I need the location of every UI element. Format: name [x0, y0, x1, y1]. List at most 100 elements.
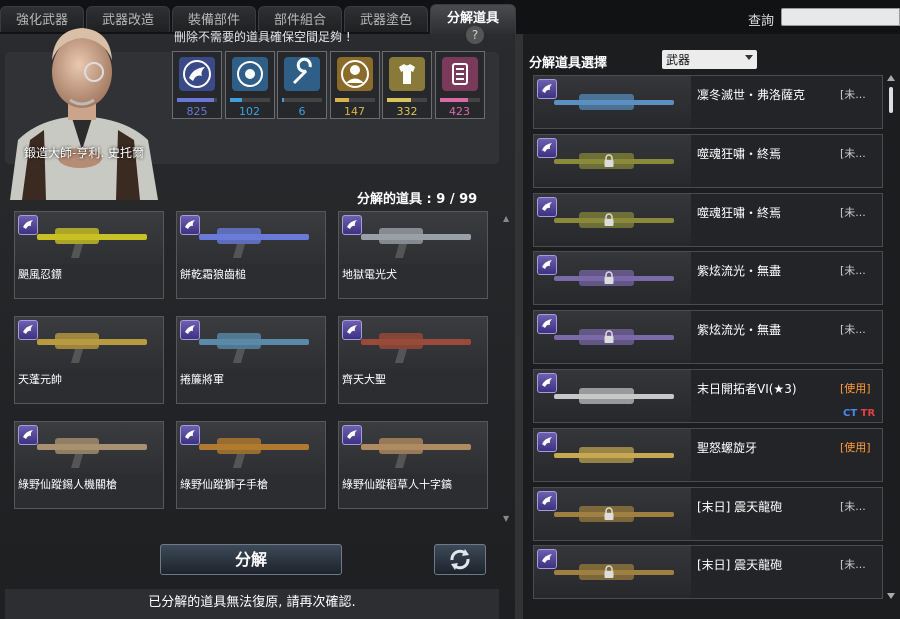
- weapon-name: 餅乾霜狼齒槌: [180, 268, 246, 281]
- item-status: [未...: [840, 88, 866, 101]
- item-list-row[interactable]: 紫炫流光・無盡 [未...: [533, 251, 883, 306]
- category-filter-outfit[interactable]: 332: [382, 51, 432, 119]
- item-list-row[interactable]: 紫炫流光・無盡 [未...: [533, 310, 883, 365]
- item-list-row[interactable]: 末日開拓者VI(★3) [使用] CT TR: [533, 369, 883, 423]
- weapon-type-icon: [180, 425, 200, 445]
- weapon-type-icon: [537, 373, 557, 393]
- weapon-type-icon: [537, 79, 557, 99]
- category-dropdown[interactable]: 武器: [662, 50, 757, 69]
- lock-icon: [604, 212, 614, 226]
- weapon-type-icon: [342, 425, 362, 445]
- weapon-type-icon: [18, 425, 38, 445]
- weapon-thumbnail: [534, 370, 691, 422]
- item-name: 噬魂狂嘯・終焉: [697, 205, 782, 220]
- weapon-type-icon: [537, 137, 557, 158]
- weapon-name: 綠野仙蹤稻草人十字鎬: [342, 478, 452, 491]
- category-filter-weapon[interactable]: 825: [172, 51, 222, 119]
- category-count: 6: [298, 105, 306, 118]
- weapon-type-icon: [18, 215, 38, 235]
- category-filter-part[interactable]: 102: [224, 51, 275, 119]
- weapon-icon: [179, 57, 215, 91]
- category-count: 147: [344, 105, 365, 118]
- decompose-slot[interactable]: 綠野仙蹤獅子手槍: [176, 421, 326, 509]
- list-scrollbar[interactable]: [886, 75, 896, 600]
- help-button[interactable]: ?: [466, 26, 484, 44]
- list-icon: [441, 57, 478, 91]
- weapon-name: 綠野仙蹤獅子手槍: [180, 478, 268, 491]
- weapon-type-icon: [537, 549, 557, 570]
- category-count: 102: [239, 105, 260, 118]
- decompose-count: 分解的道具 : 9 / 99: [357, 192, 478, 207]
- category-progress-bar: [282, 98, 322, 102]
- item-status: [未...: [840, 558, 866, 572]
- weapon-thumbnail: [534, 76, 691, 128]
- item-list-row[interactable]: [末日] 震天龍砲 [未...: [533, 545, 883, 600]
- lock-icon: [604, 506, 614, 520]
- outfit-icon: [389, 57, 425, 91]
- team-badge: CT TR: [843, 408, 875, 419]
- decompose-slot[interactable]: 齊天大聖: [338, 316, 488, 404]
- item-name: 噬魂狂嘯・終焉: [697, 146, 782, 161]
- master-portrait: [10, 28, 158, 200]
- category-count: 825: [186, 105, 208, 118]
- item-name: [末日] 震天龍砲: [697, 558, 783, 573]
- weapon-type-icon: [342, 215, 362, 235]
- lock-icon: [604, 565, 614, 579]
- weapon-type-icon: [342, 320, 362, 340]
- category-progress-bar: [439, 98, 480, 102]
- item-status: [未...: [840, 499, 866, 513]
- item-status: [使用]: [840, 382, 871, 395]
- item-name: 末日開拓者VI(★3): [697, 382, 797, 396]
- decompose-slot[interactable]: 颶風忍鏢: [14, 211, 164, 299]
- chevron-down-icon: [745, 55, 753, 60]
- item-name: 聖怒螺旋牙: [697, 440, 758, 455]
- category-filter-wrench[interactable]: 6: [277, 51, 327, 119]
- wrench-icon: [284, 57, 320, 91]
- weapon-type-icon: [180, 215, 200, 235]
- category-filter-character[interactable]: 147: [329, 51, 380, 119]
- weapon-name: 捲簾將軍: [180, 373, 224, 386]
- weapon-type-icon: [537, 431, 557, 452]
- decompose-slot[interactable]: 捲簾將軍: [176, 316, 326, 404]
- item-list-row[interactable]: 凜冬滅世・弗洛薩克 [未...: [533, 75, 883, 129]
- item-status: [使用]: [840, 440, 871, 454]
- item-status: [未...: [840, 323, 866, 337]
- weapon-type-icon: [180, 320, 200, 340]
- weapon-name: 天蓬元帥: [18, 373, 62, 386]
- category-progress-bar: [387, 98, 427, 102]
- category-filter-list[interactable]: 423: [434, 51, 485, 119]
- lock-icon: [604, 154, 614, 167]
- weapon-name: 綠野仙蹤錫人機關槍: [18, 478, 117, 491]
- item-status: [未...: [840, 264, 866, 278]
- lock-icon: [604, 330, 614, 344]
- grid-scroll-up-icon[interactable]: ▲: [503, 214, 509, 223]
- category-progress-bar: [229, 98, 270, 102]
- refresh-button[interactable]: [434, 544, 486, 575]
- item-list-row[interactable]: [末日] 震天龍砲 [未...: [533, 486, 883, 541]
- grid-scroll-down-icon[interactable]: ▼: [503, 514, 509, 523]
- decompose-slot[interactable]: 綠野仙蹤稻草人十字鎬: [338, 421, 488, 509]
- tab-weapon-paint[interactable]: 武器塗色: [344, 6, 428, 32]
- weapon-thumbnail: [534, 428, 691, 481]
- category-count: 423: [449, 105, 470, 118]
- item-status: [未...: [840, 146, 866, 160]
- lock-icon: [604, 271, 614, 285]
- item-name: 紫炫流光・無盡: [697, 264, 782, 279]
- decompose-slot[interactable]: 地獄電光犬: [338, 211, 488, 299]
- decompose-slot[interactable]: 綠野仙蹤錫人機關槍: [14, 421, 164, 509]
- master-name: 鍛造大師-亨利. 史托爾: [24, 146, 144, 160]
- weapon-name: 地獄電光犬: [342, 268, 397, 281]
- warning-message: 已分解的道具無法復原, 請再次確認.: [5, 589, 499, 619]
- decompose-slot[interactable]: 餅乾霜狼齒槌: [176, 211, 326, 299]
- item-list-row[interactable]: 噬魂狂嘯・終焉 [未...: [533, 133, 883, 188]
- search-input[interactable]: [781, 8, 900, 26]
- panel-divider: [515, 34, 523, 619]
- weapon-name: 颶風忍鏢: [18, 268, 62, 281]
- item-list-row[interactable]: 噬魂狂嘯・終焉 [未...: [533, 192, 883, 247]
- decompose-button[interactable]: 分解: [160, 544, 342, 575]
- info-text: 刪除不需要的道具確保空間足夠 !: [174, 30, 351, 44]
- item-name: 凜冬滅世・弗洛薩克: [697, 88, 806, 102]
- item-list-row[interactable]: 聖怒螺旋牙 [使用]: [533, 427, 883, 482]
- item-select-title: 分解道具選擇: [529, 56, 608, 71]
- decompose-slot[interactable]: 天蓬元帥: [14, 316, 164, 404]
